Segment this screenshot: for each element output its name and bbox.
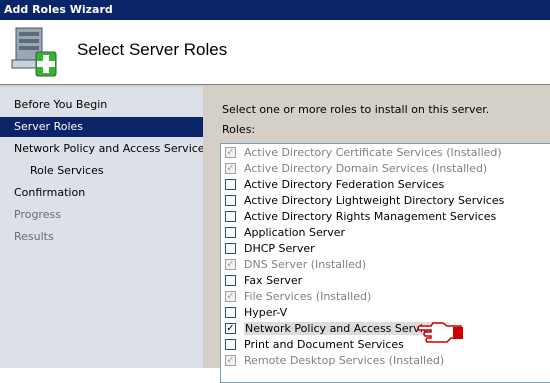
role-ad-rights[interactable]: Active Directory Rights Management Servi…: [225, 209, 496, 225]
window-title: Add Roles Wizard: [0, 0, 550, 20]
checkbox-network-policy[interactable]: ✓: [225, 322, 236, 334]
roles-label: Roles:: [222, 123, 256, 136]
role-print-document[interactable]: Print and Document Services: [225, 337, 404, 353]
checkbox-remote-desktop: ✓: [225, 354, 236, 366]
role-ad-federation[interactable]: Active Directory Federation Services: [225, 177, 444, 193]
sidebar-item-results: Results: [14, 230, 54, 243]
checkbox-ad-lightweight[interactable]: [225, 194, 236, 206]
role-ad-certificate: ✓ Active Directory Certificate Services (…: [225, 146, 502, 159]
checkbox-print-document[interactable]: [225, 338, 236, 350]
sidebar-item-progress: Progress: [14, 208, 61, 221]
checkbox-application-server[interactable]: [225, 226, 236, 238]
checkbox-ad-domain: ✓: [225, 162, 236, 174]
role-remote-desktop: ✓ Remote Desktop Services (Installed): [225, 354, 445, 367]
sidebar-item-confirmation[interactable]: Confirmation: [0, 183, 203, 203]
checkbox-fax-server[interactable]: [225, 274, 236, 286]
role-fax-server[interactable]: Fax Server: [225, 273, 302, 289]
wizard-sidebar: Before You Begin Server Roles Network Po…: [0, 87, 210, 368]
page-title: Select Server Roles: [77, 40, 228, 59]
checkbox-dns-server: ✓: [225, 258, 236, 270]
role-network-policy[interactable]: ✓ Network Policy and Access Services: [225, 321, 443, 337]
checkbox-dhcp-server[interactable]: [225, 242, 236, 254]
role-application-server[interactable]: Application Server: [225, 225, 345, 241]
role-ad-domain: ✓ Active Directory Domain Services (Insta…: [225, 162, 488, 175]
sidebar-item-network-policy[interactable]: Network Policy and Access Services: [0, 139, 210, 159]
sidebar-item-server-roles[interactable]: Server Roles: [0, 117, 203, 137]
sidebar-item-before-you-begin[interactable]: Before You Begin: [0, 95, 203, 115]
checkbox-ad-federation[interactable]: [225, 178, 236, 190]
roles-list[interactable]: ✓ Active Directory Certificate Services (…: [220, 143, 550, 383]
instruction-text: Select one or more roles to install on t…: [222, 103, 490, 116]
wizard-header: Select Server Roles: [0, 20, 550, 84]
role-file-services: ✓ File Services (Installed): [225, 290, 372, 303]
server-add-icon: [11, 27, 57, 77]
pointing-hand-icon: [417, 322, 463, 343]
sidebar-item-role-services[interactable]: Role Services: [0, 161, 203, 181]
role-hyper-v[interactable]: Hyper-V: [225, 305, 287, 321]
role-ad-lightweight[interactable]: Active Directory Lightweight Directory S…: [225, 193, 504, 209]
checkbox-hyper-v[interactable]: [225, 306, 236, 318]
checkbox-ad-rights[interactable]: [225, 210, 236, 222]
checkbox-file-services: ✓: [225, 290, 236, 302]
main-panel: Select one or more roles to install on t…: [203, 87, 550, 383]
role-dhcp-server[interactable]: DHCP Server: [225, 241, 315, 257]
checkbox-ad-certificate: ✓: [225, 146, 236, 158]
role-dns-server: ✓ DNS Server (Installed): [225, 258, 367, 271]
